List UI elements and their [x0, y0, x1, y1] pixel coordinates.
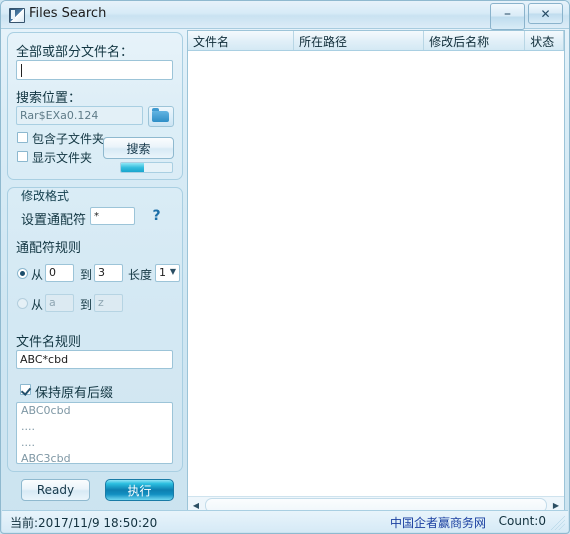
search-group: 全部或部分文件名： 搜索位置： Rar$EXa0.124 包含子文件夹 显示文件…: [7, 32, 183, 180]
execute-button[interactable]: 执行: [105, 479, 174, 501]
list-item[interactable]: ....: [17, 419, 172, 435]
list-item[interactable]: ABC3cbd: [17, 451, 172, 464]
search-progress-bar: [120, 162, 173, 173]
alpha-from-label: 从: [31, 296, 43, 313]
column-header[interactable]: 文件名: [188, 31, 294, 50]
format-group-title: 修改格式: [18, 187, 72, 204]
minimize-button[interactable]: –: [490, 3, 525, 30]
browse-folder-button[interactable]: [148, 106, 174, 127]
include-subfolders-label: 包含子文件夹: [32, 130, 104, 147]
count-label: Count:0: [499, 514, 546, 528]
progress-fill: [121, 163, 144, 172]
list-item[interactable]: ABC0cbd: [17, 403, 172, 419]
numeric-from-label: 从: [31, 266, 43, 283]
window-controls: – ✕: [487, 3, 563, 30]
length-combo[interactable]: 1 ▼: [155, 264, 180, 282]
app-window: Files Search – ✕ 全部或部分文件名： 搜索位置： Rar$EXa…: [0, 0, 570, 534]
results-body[interactable]: [188, 51, 564, 496]
title-bar: Files Search – ✕: [1, 1, 569, 29]
ready-button[interactable]: Ready: [21, 479, 90, 501]
chevron-down-icon: ▼: [170, 267, 176, 276]
app-icon: [9, 8, 25, 23]
name-rule-label: 文件名规则: [16, 331, 81, 350]
length-value: 1: [159, 266, 166, 279]
search-button[interactable]: 搜索: [103, 137, 174, 159]
window-title: Files Search: [29, 6, 106, 21]
wildcard-input[interactable]: *: [90, 207, 135, 225]
status-bar: 当前:2017/11/9 18:50:20 中国企者赢商务网 Count:0: [2, 510, 568, 532]
results-header: 文件名所在路径修改后名称状态: [188, 31, 564, 51]
text-caret: [21, 64, 22, 77]
close-button[interactable]: ✕: [528, 3, 563, 24]
alpha-from-input[interactable]: a: [45, 294, 74, 312]
numeric-to-label: 到: [80, 266, 92, 283]
folder-icon: [152, 111, 169, 122]
filename-label: 全部或部分文件名：: [16, 41, 133, 60]
rule-title-label: 通配符规则: [16, 237, 81, 256]
alpha-rule-radio[interactable]: [17, 298, 28, 309]
column-header[interactable]: 修改后名称: [424, 31, 525, 50]
column-header[interactable]: 状态: [525, 31, 564, 50]
brand-label: 中国企者赢商务网: [390, 514, 486, 531]
numeric-to-input[interactable]: 3: [94, 264, 123, 282]
include-subfolders-checkbox[interactable]: [17, 132, 28, 143]
alpha-to-label: 到: [80, 296, 92, 313]
format-group: 修改格式 设置通配符 * ? 通配符规则 从 0 到 3 长度 1 ▼ 从 a …: [7, 187, 183, 472]
show-folders-checkbox[interactable]: [17, 151, 28, 162]
location-input[interactable]: Rar$EXa0.124: [16, 106, 143, 125]
length-label: 长度: [128, 266, 152, 283]
keep-extension-label: 保持原有后缀: [35, 382, 113, 401]
column-header[interactable]: 所在路径: [294, 31, 424, 50]
current-time-label: 当前:2017/11/9 18:50:20: [10, 514, 157, 531]
name-rule-input[interactable]: ABC*cbd: [16, 350, 173, 369]
list-item[interactable]: ....: [17, 435, 172, 451]
wildcard-label: 设置通配符: [21, 209, 86, 228]
left-panel: 全部或部分文件名： 搜索位置： Rar$EXa0.124 包含子文件夹 显示文件…: [7, 32, 183, 500]
numeric-from-input[interactable]: 0: [45, 264, 74, 282]
resize-grip-icon[interactable]: [551, 516, 565, 530]
keep-extension-checkbox[interactable]: [20, 384, 31, 395]
help-icon[interactable]: ?: [148, 207, 165, 224]
alpha-to-input[interactable]: z: [94, 294, 123, 312]
filename-input[interactable]: [16, 60, 173, 80]
preview-listbox[interactable]: ABC0cbd........ABC3cbd: [16, 402, 173, 464]
location-label: 搜索位置：: [16, 87, 81, 106]
numeric-rule-radio[interactable]: [17, 268, 28, 279]
results-panel: 文件名所在路径修改后名称状态 ◀ ▶: [187, 30, 565, 514]
show-folders-label: 显示文件夹: [32, 149, 92, 166]
